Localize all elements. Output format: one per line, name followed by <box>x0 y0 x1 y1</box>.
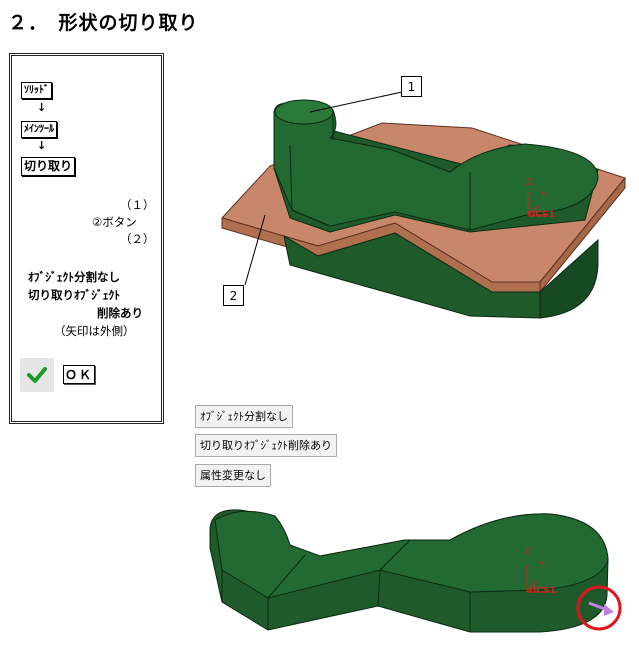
option-no-attribute-change[interactable]: 属性変更なし <box>195 464 271 487</box>
axis-y-label: Y <box>539 560 545 570</box>
axis-z-label: Z <box>526 178 533 188</box>
top-illustration <box>209 91 626 633</box>
axis-y-label: Y <box>541 191 547 201</box>
ucs-label: UCS1 <box>529 586 556 596</box>
callout-1: 1 <box>401 76 422 97</box>
option-no-object-split[interactable]: ｵﾌﾞｼﾞｪｸﾄ分割なし <box>195 405 293 428</box>
callout-2: 2 <box>223 285 244 306</box>
axis-z-label: Z <box>524 547 531 557</box>
ucs-label: UCS1 <box>528 210 555 220</box>
option-delete-cut-object[interactable]: 切り取りｵﾌﾞｼﾞｪｸﾄ削除あり <box>195 434 337 457</box>
